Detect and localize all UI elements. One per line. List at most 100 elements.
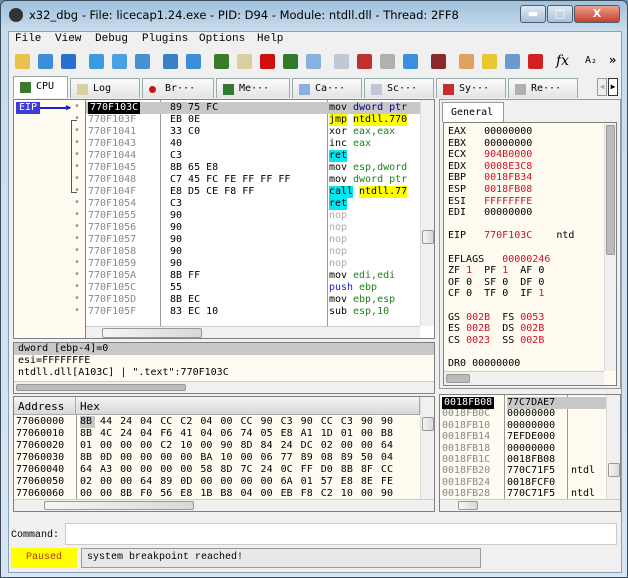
call-stack-icon[interactable] <box>306 54 321 69</box>
functions-icon[interactable] <box>528 54 543 69</box>
registers-vscrollbar[interactable] <box>604 123 616 371</box>
log-icon[interactable] <box>237 54 252 69</box>
register-value-modified[interactable]: 904B0000 <box>484 149 532 160</box>
menu-debug[interactable]: Debug <box>95 33 128 45</box>
tab-scroll-left[interactable]: ◀ <box>597 78 607 96</box>
column-header-address[interactable]: Address <box>14 397 76 415</box>
breakpoint-dot[interactable]: • <box>74 137 80 149</box>
disasm-row[interactable]: 770F1059 90 nop <box>86 258 420 270</box>
tab-re[interactable]: Re··· <box>508 78 578 98</box>
fx-button[interactable]: fx <box>556 53 569 69</box>
references-icon[interactable] <box>380 54 395 69</box>
breakpoint-dot[interactable]: • <box>74 185 80 197</box>
breakpoint-dot[interactable]: • <box>74 257 80 269</box>
breakpoint-dot[interactable]: • <box>74 281 80 293</box>
disasm-row[interactable]: 770F1056 90 nop <box>86 222 420 234</box>
ascii-button[interactable]: A₂ <box>585 55 597 66</box>
execute-till-return-icon[interactable] <box>186 54 201 69</box>
menu-plugins[interactable]: Plugins <box>142 33 188 45</box>
disasm-row[interactable]: 770F1048 C7 45 FC FE FF FF FF mov dword ptr <box>86 174 420 186</box>
symbols-icon[interactable] <box>357 54 372 69</box>
menu-file[interactable]: File <box>15 33 41 45</box>
disasm-vscrollbar[interactable] <box>420 100 434 326</box>
tab-ca[interactable]: Ca··· <box>292 78 362 98</box>
dump-hex[interactable]: 64 A3 00 00 00 00 58 8D 7C 24 0C FF D0 8… <box>80 464 393 476</box>
tab-sy[interactable]: Sy··· <box>436 78 506 98</box>
restart-icon[interactable] <box>38 54 53 69</box>
register-value-modified[interactable]: 0023 <box>466 335 490 346</box>
tab-sc[interactable]: Sc··· <box>364 78 434 98</box>
breakpoint-dot[interactable]: • <box>74 209 80 221</box>
register-text[interactable]: 00000000 <box>484 126 532 137</box>
maximize-button[interactable]: □ <box>547 5 573 23</box>
stack-value[interactable]: 00000000 <box>507 443 555 455</box>
breakpoint-dot[interactable]: • <box>74 221 80 233</box>
disasm-row[interactable]: 770F103C 89 75 FC mov dword ptr <box>86 102 420 114</box>
stack-value[interactable]: 7EFDE000 <box>507 431 555 443</box>
breakpoint-dot[interactable]: • <box>74 293 80 305</box>
stack-value[interactable]: 0018FB08 <box>507 454 555 466</box>
stack-vscrollbar[interactable] <box>606 395 620 499</box>
disasm-row[interactable]: 770F103F EB 0E jmp ntdll.770 <box>86 114 420 126</box>
cpu-icon[interactable] <box>214 54 229 69</box>
breakpoint-dot[interactable]: • <box>74 305 80 317</box>
register-value-modified[interactable]: 002B <box>520 323 544 334</box>
register-value-modified[interactable]: 002B <box>466 312 490 323</box>
tab-cpu[interactable]: CPU <box>13 76 68 98</box>
register-value-modified[interactable]: 0008E3C8 <box>484 161 532 172</box>
disasm-row[interactable]: 770F1054 C3 ret <box>86 198 420 210</box>
threads-icon[interactable] <box>403 54 418 69</box>
menu-help[interactable]: Help <box>257 33 283 45</box>
dump-hex[interactable]: 02 00 00 64 89 0D 00 00 00 00 6A 01 57 E… <box>80 476 393 488</box>
menu-view[interactable]: View <box>55 33 81 45</box>
dump-hex[interactable]: 8B 4C 24 04 F6 41 04 06 74 05 E8 A1 1D 0… <box>80 428 393 440</box>
register-value-modified[interactable]: FFFFFFFE <box>484 196 532 207</box>
tab-general[interactable]: General <box>442 102 504 122</box>
stack-value[interactable]: 00000000 <box>507 420 555 432</box>
script-icon[interactable] <box>334 54 349 69</box>
disasm-row[interactable]: 770F1055 90 nop <box>86 210 420 222</box>
breakpoint-dot[interactable]: • <box>74 269 80 281</box>
disasm-row[interactable]: 770F1043 40 inc eax <box>86 138 420 150</box>
disasm-row[interactable]: 770F1044 C3 ret <box>86 150 420 162</box>
dump-hscrollbar[interactable] <box>14 499 434 511</box>
breakpoint-icon[interactable] <box>260 54 275 69</box>
breakpoint-dot[interactable]: • <box>74 149 80 161</box>
tab-scroll-right[interactable]: ▶ <box>608 78 618 96</box>
step-into-icon[interactable] <box>135 54 150 69</box>
stack-hscrollbar[interactable] <box>440 499 620 511</box>
stack-value[interactable]: 77C7DAE7 <box>507 397 607 409</box>
tab-br[interactable]: Br··· <box>142 78 214 98</box>
register-value-modified[interactable]: 0018FB34 <box>484 172 532 183</box>
stack-value[interactable]: 770C71F5 <box>507 465 555 477</box>
info-hscrollbar[interactable] <box>14 381 434 393</box>
disasm-hscrollbar[interactable] <box>86 326 420 338</box>
disasm-row[interactable]: 770F105C 55 push ebp <box>86 282 420 294</box>
disasm-row[interactable]: 770F1041 33 C0 xor eax,eax <box>86 126 420 138</box>
register-value-modified[interactable]: 002B <box>520 335 544 346</box>
step-over-icon[interactable] <box>163 54 178 69</box>
breakpoint-dot[interactable]: • <box>74 101 80 113</box>
dump-hex[interactable]: 01 00 00 00 C2 10 00 90 8D 84 24 DC 02 0… <box>80 440 393 452</box>
disasm-row[interactable]: 770F104F E8 D5 CE F8 FF call ntdll.77 <box>86 186 420 198</box>
minimize-button[interactable]: ▬ <box>520 5 546 23</box>
stop-icon[interactable] <box>61 54 76 69</box>
registers-hscrollbar[interactable] <box>444 371 604 385</box>
dump-hex[interactable]: 8B 44 24 04 CC C2 04 00 CC 90 C3 90 CC C… <box>80 416 393 428</box>
breakpoint-dot[interactable]: • <box>74 245 80 257</box>
breakpoint-dot[interactable]: • <box>74 113 80 125</box>
open-icon[interactable] <box>15 54 30 69</box>
bookmarks-icon[interactable] <box>505 54 520 69</box>
labels-icon[interactable] <box>482 54 497 69</box>
run-icon[interactable] <box>89 54 104 69</box>
register-text[interactable]: 00000000 <box>484 138 532 149</box>
breakpoint-dot[interactable]: • <box>74 173 80 185</box>
tab-log[interactable]: Log <box>70 78 140 98</box>
register-value-modified[interactable]: 0018FB08 <box>484 184 532 195</box>
register-value-modified[interactable]: 0053 <box>520 312 544 323</box>
tab-me[interactable]: Me··· <box>216 78 290 98</box>
comments-icon[interactable] <box>459 54 474 69</box>
breakpoint-dot[interactable]: • <box>74 161 80 173</box>
disasm-row[interactable]: 770F105F 83 EC 10 sub esp,10 <box>86 306 420 318</box>
disasm-row[interactable]: 770F1058 90 nop <box>86 246 420 258</box>
